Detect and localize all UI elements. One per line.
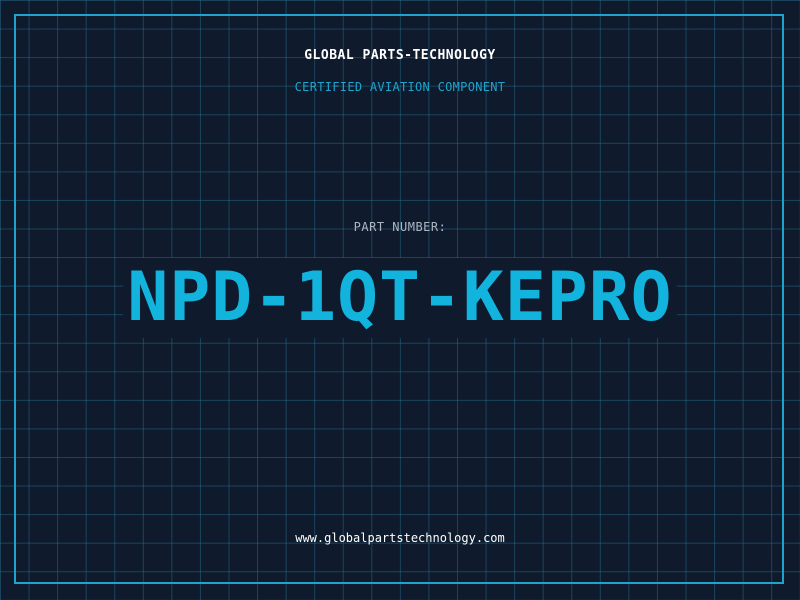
company-name: GLOBAL PARTS-TECHNOLOGY	[304, 48, 496, 63]
part-number-display: NPD-1QT-KEPRO	[0, 258, 800, 338]
part-number-value: NPD-1QT-KEPRO	[123, 258, 677, 338]
part-number-label: PART NUMBER:	[353, 220, 447, 234]
website-url: www.globalpartstechnology.com	[295, 531, 505, 545]
certification-subtitle: CERTIFIED AVIATION COMPONENT	[294, 80, 506, 94]
